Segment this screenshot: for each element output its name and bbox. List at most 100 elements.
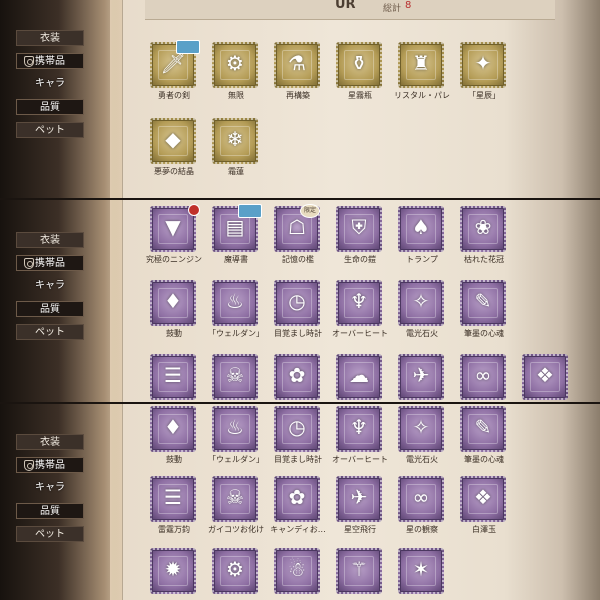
collection-item[interactable]: ☃ xyxy=(272,548,324,600)
item-frame: ♠ xyxy=(398,206,444,252)
collection-item[interactable]: ⚙ 無限 xyxy=(210,42,262,108)
item-frame: ❀ xyxy=(460,206,506,252)
collection-item[interactable]: ☖ 限定 記憶の檻 xyxy=(272,204,324,272)
item-name: オーバーヒート xyxy=(332,455,388,464)
item-frame: ♨ xyxy=(212,406,258,452)
item-name: 星空飛行 xyxy=(344,525,376,534)
brush-icon: ✎ xyxy=(474,415,492,439)
collection-item[interactable]: ✎ 筆墨の心魂 xyxy=(458,406,510,472)
collection-item[interactable]: ❖ xyxy=(520,354,572,402)
heart-gem-icon: ♦ xyxy=(164,415,182,439)
menu-pet[interactable]: ペット xyxy=(16,122,84,138)
item-frame: ◷ xyxy=(274,406,320,452)
collection-item[interactable]: ☰ xyxy=(148,354,200,402)
item-name: 星の観察 xyxy=(406,525,438,534)
collection-item[interactable]: ✧ 電光石火 xyxy=(396,406,448,472)
frost-lotus-icon: ❄ xyxy=(226,127,244,151)
menu-item-selected[interactable]: 携帯品 xyxy=(16,53,84,69)
collection-item[interactable]: ☠ xyxy=(210,354,262,402)
clock-icon: ◷ xyxy=(288,289,306,313)
collection-item[interactable]: ✧ 電光石火 xyxy=(396,280,448,346)
item-frame: ♜ xyxy=(398,42,444,88)
item-name: 雷霆万鈞 xyxy=(158,525,190,534)
collection-panel-1: UR 総計 8 衣装 携帯品 キャラ 品質 ペット 🗡 勇者の剣 ⚙ 無限 ⚗ 再構築 ⚱ 星… xyxy=(0,0,600,198)
collection-item[interactable]: ⚗ 再構築 xyxy=(272,42,324,108)
collection-item[interactable]: ☠ ガイコツお化け xyxy=(208,476,264,542)
skull-icon: ☠ xyxy=(226,485,244,509)
menu-costume[interactable]: 衣装 xyxy=(16,434,84,450)
item-name: ガイコツお化け xyxy=(208,525,264,534)
collection-item[interactable]: ∞ xyxy=(458,354,510,402)
wreath-icon: ❀ xyxy=(474,215,492,239)
collection-item[interactable]: ✶ xyxy=(396,548,448,600)
rarity-header: UR 総計 8 xyxy=(145,0,555,20)
heart-gem-icon: ♦ xyxy=(164,289,182,313)
item-name: 悪夢の結晶 xyxy=(154,167,194,176)
collection-item[interactable]: ✿ xyxy=(272,354,324,402)
collection-item[interactable]: ♦ 鼓動 xyxy=(148,406,200,472)
collection-item[interactable]: ❖ 白澤玉 xyxy=(458,476,510,542)
collection-item[interactable]: ∞ 星の観察 xyxy=(396,476,448,542)
collection-item[interactable]: ❄ 霜蓮 xyxy=(210,118,262,184)
collection-item[interactable]: ✦ 「星辰」 xyxy=(458,42,510,108)
menu-chara[interactable]: キャラ xyxy=(16,480,84,496)
collection-item[interactable]: ♦ 鼓動 xyxy=(148,280,200,346)
item-frame: ♨ xyxy=(212,280,258,326)
item-name: 究極のニンジン xyxy=(146,255,202,264)
candy-icon: ✿ xyxy=(288,363,306,387)
collection-item[interactable]: ⚱ 星霧瓶 xyxy=(334,42,386,108)
item-frame: ∞ xyxy=(460,354,506,400)
collection-item[interactable]: ▤ 魔導書 xyxy=(210,204,262,272)
item-frame: ◷ xyxy=(274,280,320,326)
collection-item[interactable]: ◷ 目覚まし時計 xyxy=(272,280,324,346)
collection-item[interactable]: ♜ リスタル・パレ xyxy=(394,42,450,108)
collection-item[interactable]: ⚚ xyxy=(334,548,386,600)
collection-item[interactable]: ☁ xyxy=(334,354,386,402)
collection-item[interactable]: ▼ 究極のニンジン xyxy=(146,204,202,272)
item-name: 白澤玉 xyxy=(472,525,496,534)
item-name: 筆墨の心魂 xyxy=(464,455,504,464)
candy-icon: ✿ xyxy=(288,485,306,509)
item-frame: ☃ xyxy=(274,548,320,594)
collection-item[interactable]: ♠ トランプ xyxy=(396,206,448,272)
collection-item[interactable]: ♆ オーバーヒート xyxy=(332,280,388,346)
menu-pet[interactable]: ペット xyxy=(16,324,84,340)
menu-pet[interactable]: ペット xyxy=(16,526,84,542)
menu-item-selected[interactable]: 携帯品 xyxy=(16,457,84,473)
collection-item[interactable]: ✹ xyxy=(148,548,200,600)
collection-item[interactable]: ✿ キャンディお… xyxy=(270,476,326,542)
collection-item[interactable]: ☰ 雷霆万鈞 xyxy=(148,476,200,542)
collection-item[interactable]: ♆ オーバーヒート xyxy=(332,406,388,472)
menu-chara[interactable]: キャラ xyxy=(16,76,84,92)
item-name: 記憶の檻 xyxy=(282,255,314,264)
menu-item-selected[interactable]: 携帯品 xyxy=(16,255,84,271)
item-name: 再構築 xyxy=(286,91,310,100)
collection-item[interactable]: ♨ 「ウェルダン」 xyxy=(208,280,264,346)
collection-item[interactable]: ♨ 「ウェルダン」 xyxy=(208,406,264,472)
item-name: 勇者の剣 xyxy=(158,91,190,100)
collection-panel-2: 衣装 携帯品 キャラ 品質 ペット ▼ 究極のニンジン ▤ 魔導書 ☖ 限定 記憶の檻 ⛨ 生命… xyxy=(0,198,600,402)
collection-item[interactable]: ✈ xyxy=(396,354,448,402)
item-name: トランプ xyxy=(406,255,438,264)
menu-chara[interactable]: キャラ xyxy=(16,278,84,294)
menu-costume[interactable]: 衣装 xyxy=(16,30,84,46)
collection-item[interactable]: ⚙ xyxy=(210,548,262,600)
collection-item[interactable]: 🗡 勇者の剣 xyxy=(148,40,200,108)
item-name: 目覚まし時計 xyxy=(274,455,322,464)
collection-item[interactable]: ✈ 星空飛行 xyxy=(334,476,386,542)
item-frame: ☰ xyxy=(150,476,196,522)
menu-costume[interactable]: 衣装 xyxy=(16,232,84,248)
menu-quality[interactable]: 品質 xyxy=(16,99,84,115)
menu-quality[interactable]: 品質 xyxy=(16,503,84,519)
gear-icon: ⚙ xyxy=(226,557,244,581)
collection-item[interactable]: ◆ 悪夢の結晶 xyxy=(148,118,200,184)
menu-item-label: 携帯品 xyxy=(35,56,65,67)
collection-item[interactable]: ❀ 枯れた花冠 xyxy=(458,206,510,272)
collection-item[interactable]: ✎ 筆墨の心魂 xyxy=(458,280,510,346)
lightning-gem-icon: ✧ xyxy=(412,289,430,313)
collection-item[interactable]: ⛨ 生命の鎧 xyxy=(334,206,386,272)
menu-quality[interactable]: 品質 xyxy=(16,301,84,317)
item-name: 鼓動 xyxy=(166,329,182,338)
collection-item[interactable]: ◷ 目覚まし時計 xyxy=(272,406,324,472)
item-frame: ✎ xyxy=(460,280,506,326)
